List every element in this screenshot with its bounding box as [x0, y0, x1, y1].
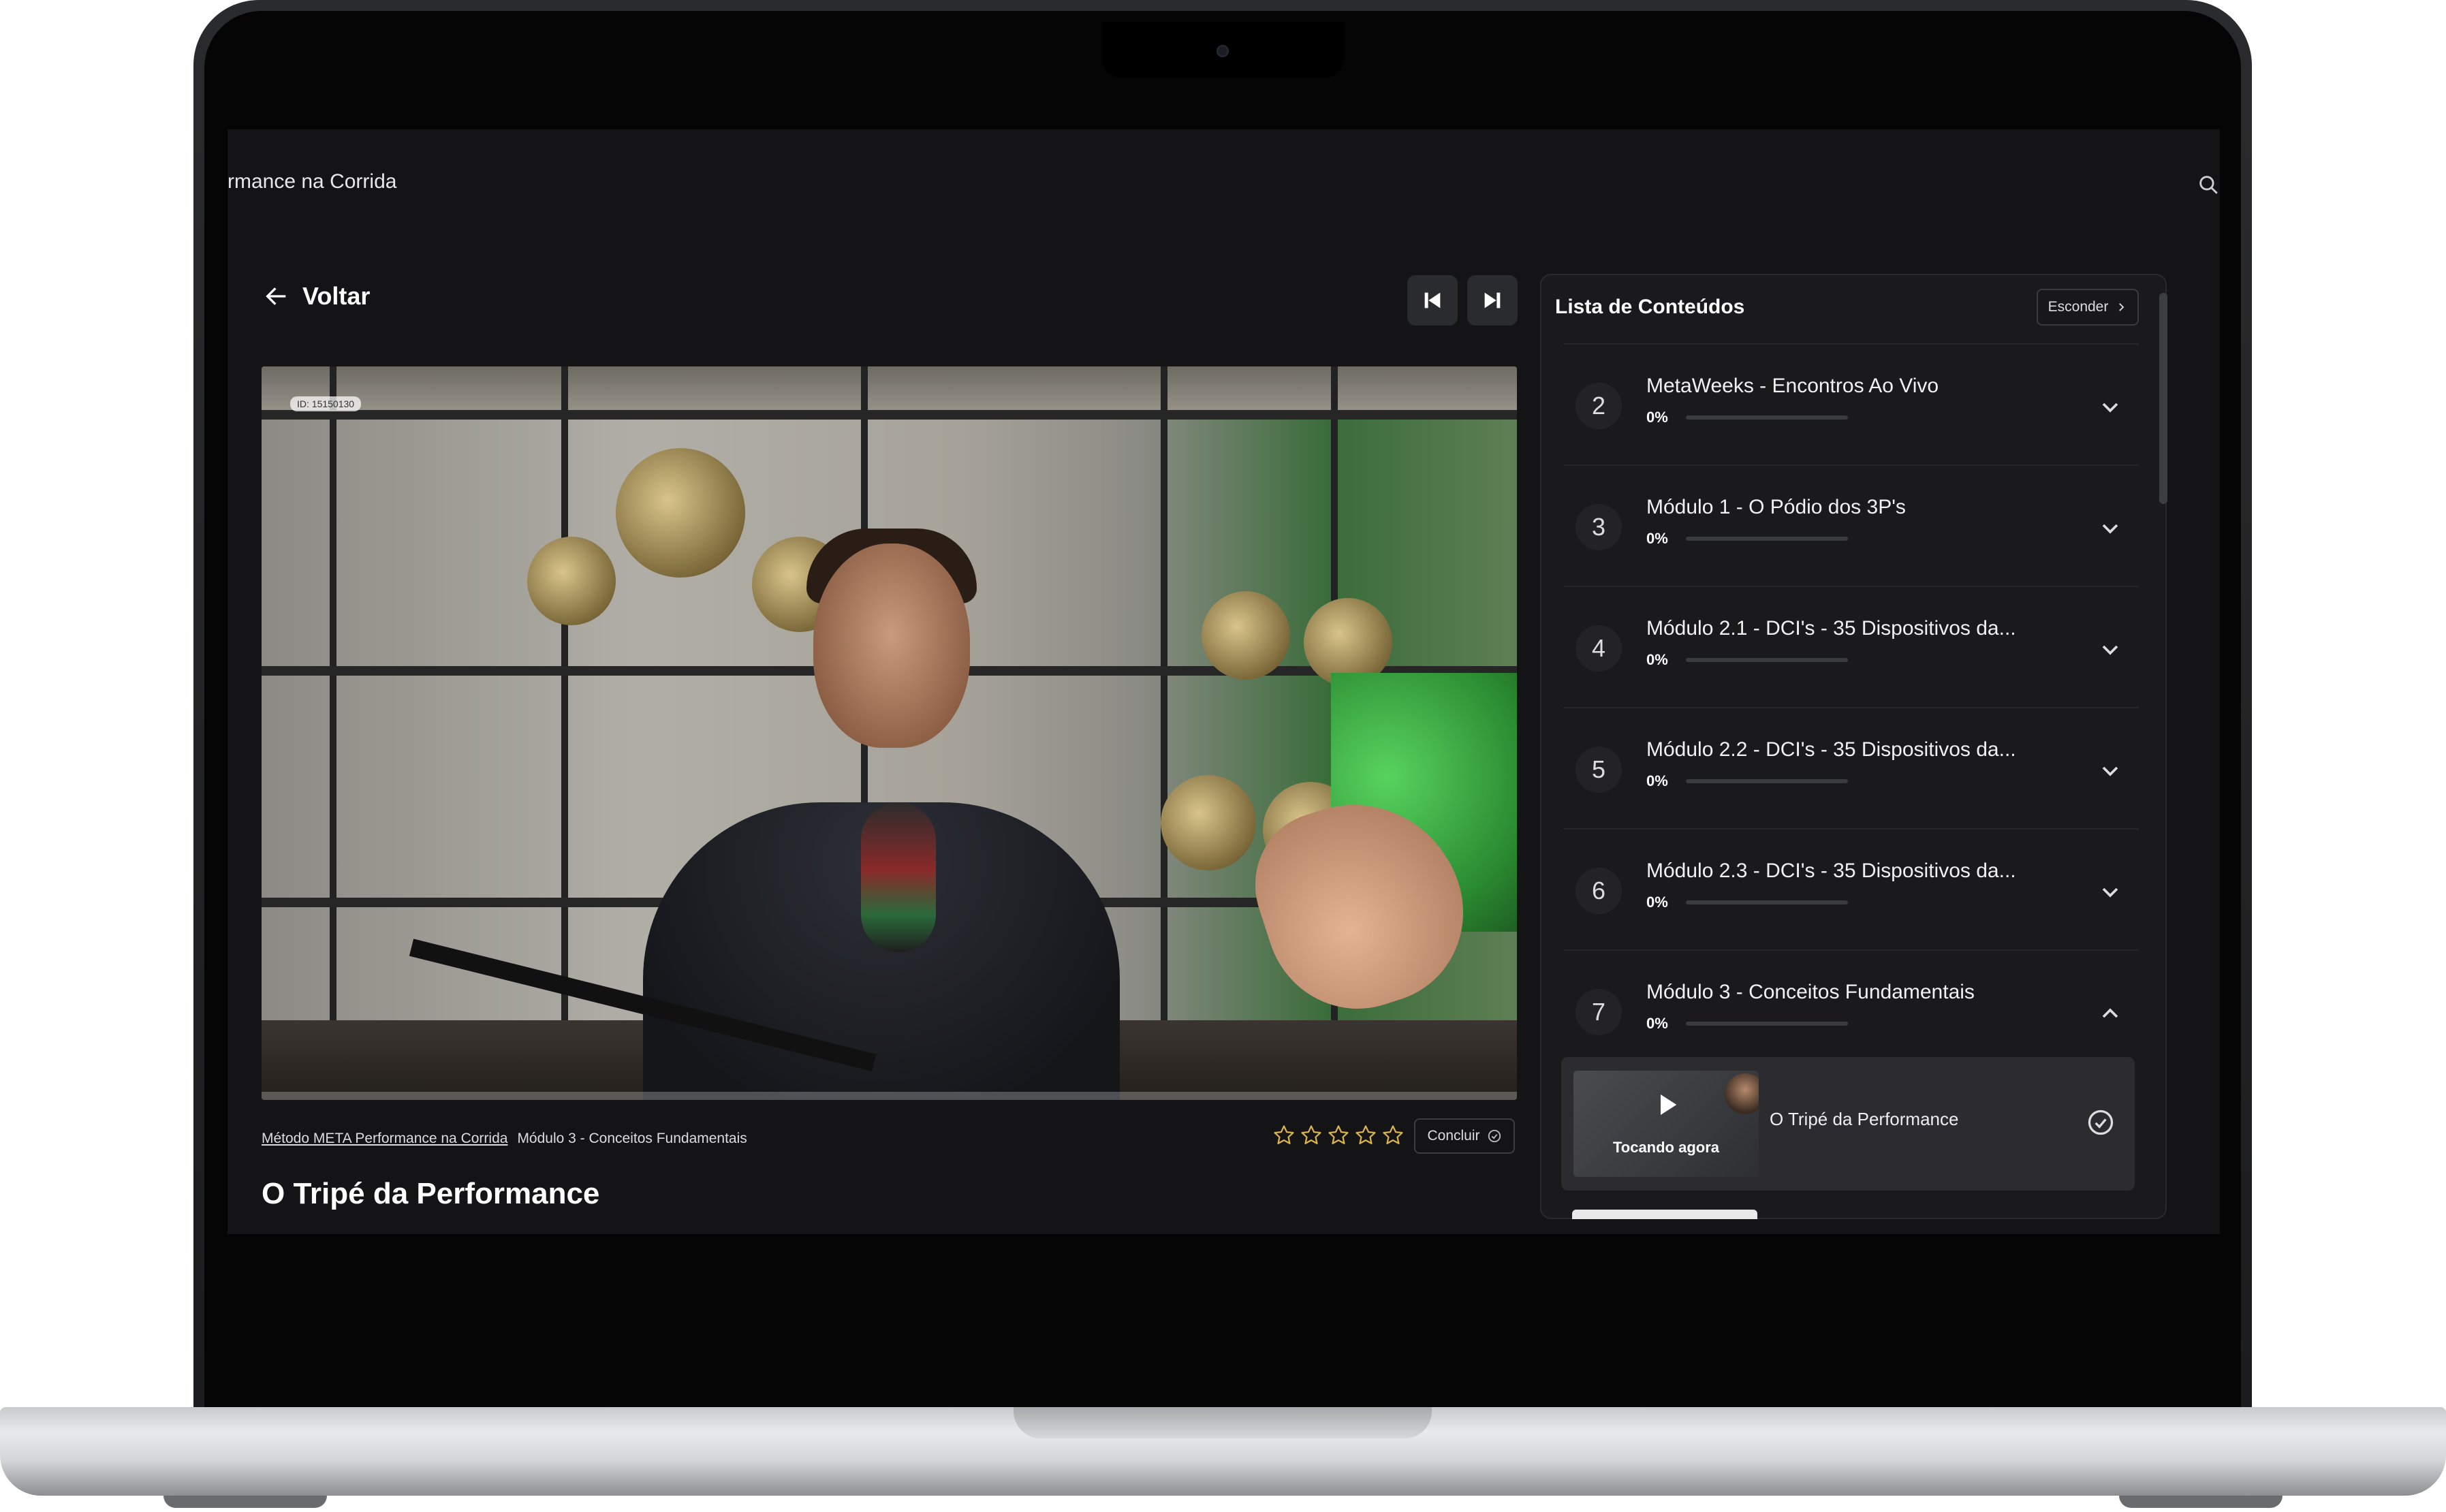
video-scene-shelf [262, 366, 1517, 414]
search-icon[interactable] [2197, 173, 2220, 196]
check-circle-icon[interactable] [2086, 1107, 2116, 1137]
hide-panel-label: Esconder [2048, 299, 2109, 315]
module-item[interactable]: 5 Módulo 2.2 - DCI's - 35 Dispositivos da… [1563, 707, 2139, 828]
content-list-title: Lista de Conteúdos [1555, 296, 1745, 318]
chevron-down-icon[interactable] [2097, 636, 2124, 663]
chevron-right-icon [2119, 303, 2124, 311]
module-progress-bar [1686, 900, 1848, 904]
check-circle-icon [1488, 1129, 1501, 1143]
lesson-title: O Tripé da Performance [262, 1177, 600, 1210]
module-title: Módulo 2.2 - DCI's - 35 Dispositivos da.… [1646, 738, 2016, 761]
video-scene-medal [1202, 591, 1290, 680]
module-item[interactable]: 7 Módulo 3 - Conceitos Fundamentais 0% [1563, 949, 2139, 1071]
now-playing-thumbnail: Tocando agora [1573, 1071, 1759, 1177]
now-playing-title: O Tripé da Performance [1770, 1109, 1959, 1129]
avatar [1725, 1073, 1759, 1114]
next-lesson-button[interactable] [1467, 275, 1518, 326]
star-icon[interactable] [1354, 1124, 1377, 1147]
module-item[interactable]: 3 Módulo 1 - O Pódio dos 3P's 0% [1563, 464, 2139, 586]
breadcrumb-course-link[interactable]: Método META Performance na Corrida [262, 1131, 507, 1147]
video-progress-bar[interactable] [262, 1092, 1517, 1100]
module-title: Módulo 3 - Conceitos Fundamentais [1646, 981, 1975, 1003]
next-lesson-thumbnail[interactable] [1572, 1210, 1757, 1219]
video-scene-medal [1161, 775, 1256, 870]
module-progress-bar [1686, 537, 1848, 541]
chevron-down-icon[interactable] [2097, 757, 2124, 785]
module-item[interactable]: 4 Módulo 2.1 - DCI's - 35 Dispositivos da… [1563, 586, 2139, 707]
video-scene-frame [1161, 366, 1167, 1100]
video-scene-medal [527, 537, 616, 625]
chevron-down-icon[interactable] [2097, 515, 2124, 542]
now-playing-lesson[interactable]: Tocando agora O Tripé da Performance [1561, 1057, 2135, 1191]
module-progress-bar [1686, 779, 1848, 783]
module-progress-label: 0% [1646, 651, 1668, 668]
laptop-foot-right [2119, 1496, 2283, 1508]
now-playing-label: Tocando agora [1612, 1139, 1720, 1156]
conclude-button[interactable]: Concluir [1414, 1118, 1515, 1154]
chevron-down-icon[interactable] [2097, 394, 2124, 421]
content-list-scrollbar[interactable] [2159, 293, 2167, 504]
rating-stars[interactable] [1272, 1124, 1405, 1147]
module-number: 7 [1575, 989, 1622, 1035]
chevron-up-icon[interactable] [2097, 1000, 2124, 1027]
video-scene-microphone [861, 802, 936, 952]
video-scene-person-head [813, 544, 970, 748]
module-number: 4 [1575, 625, 1622, 672]
chevron-down-icon[interactable] [2097, 879, 2124, 906]
skip-next-icon [1484, 292, 1501, 309]
module-progress-label: 0% [1646, 530, 1668, 547]
arrow-left-icon [266, 287, 286, 305]
breadcrumb-module: Módulo 3 - Conceitos Fundamentais [517, 1131, 747, 1146]
camera-icon [1217, 45, 1229, 57]
video-player[interactable]: ID: 15150130 [262, 366, 1517, 1100]
laptop-base-notch [1014, 1407, 1432, 1438]
star-icon[interactable] [1381, 1124, 1405, 1147]
back-button[interactable]: Voltar [262, 282, 370, 311]
previous-lesson-button[interactable] [1407, 275, 1458, 326]
module-number: 6 [1575, 868, 1622, 914]
play-icon [1661, 1094, 1677, 1115]
module-item[interactable]: 6 Módulo 2.3 - DCI's - 35 Dispositivos da… [1563, 828, 2139, 949]
breadcrumb: Método META Performance na Corrida Módul… [262, 1131, 747, 1147]
video-scene-frame [330, 366, 336, 1100]
module-progress-bar [1686, 1022, 1848, 1026]
star-icon[interactable] [1300, 1124, 1323, 1147]
video-scene-frame [262, 410, 1517, 420]
module-progress-label: 0% [1646, 409, 1668, 426]
hide-panel-button[interactable]: Esconder [2037, 289, 2139, 326]
conclude-label: Concluir [1427, 1128, 1480, 1144]
star-icon[interactable] [1272, 1124, 1296, 1147]
module-progress-label: 0% [1646, 1015, 1668, 1032]
module-title: Módulo 2.3 - DCI's - 35 Dispositivos da.… [1646, 860, 2016, 882]
video-scene-medal [616, 448, 745, 578]
back-label: Voltar [302, 282, 371, 310]
skip-previous-icon [1424, 292, 1441, 309]
app-title: rmance na Corrida [228, 170, 397, 193]
module-number: 2 [1575, 383, 1622, 429]
module-title: Módulo 2.1 - DCI's - 35 Dispositivos da.… [1646, 617, 2016, 640]
module-progress-label: 0% [1646, 894, 1668, 911]
module-title: Módulo 1 - O Pódio dos 3P's [1646, 496, 1906, 518]
star-icon[interactable] [1327, 1124, 1350, 1147]
video-id-badge: ID: 15150130 [290, 396, 362, 411]
laptop-foot-left [163, 1496, 327, 1508]
module-item[interactable]: 2 MetaWeeks - Encontros Ao Vivo 0% [1563, 343, 2139, 464]
module-progress-bar [1686, 415, 1848, 420]
module-number: 5 [1575, 746, 1622, 793]
module-progress-bar [1686, 658, 1848, 662]
module-number: 3 [1575, 504, 1622, 550]
module-title: MetaWeeks - Encontros Ao Vivo [1646, 375, 1939, 397]
module-progress-label: 0% [1646, 772, 1668, 789]
